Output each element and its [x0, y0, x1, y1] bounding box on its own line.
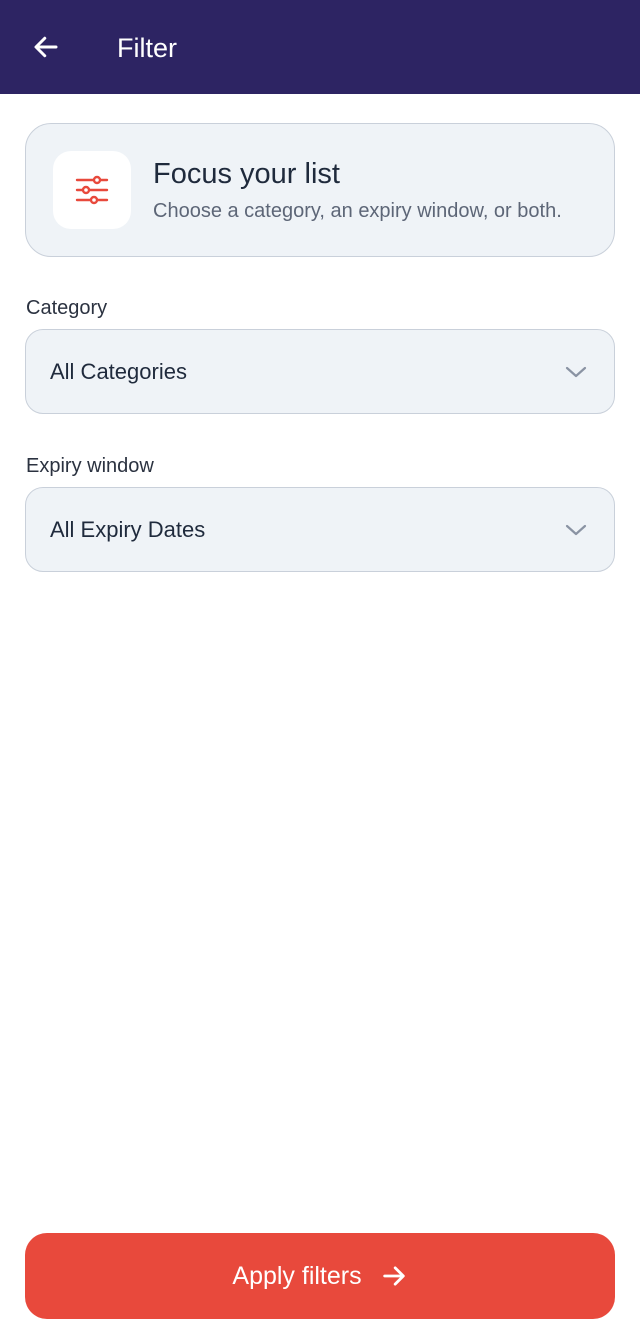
chevron-down-icon: [565, 524, 587, 536]
category-label: Category: [26, 297, 108, 319]
intro-card: Focus your list Choose a category, an ex…: [25, 123, 615, 257]
expiry-select-value: All Expiry Dates: [50, 517, 206, 542]
arrow-left-icon: [34, 36, 58, 58]
apply-filters-button[interactable]: Apply filters: [25, 1233, 615, 1319]
intro-icon-box: [53, 151, 131, 229]
app-bar: Filter: [0, 0, 640, 94]
category-select[interactable]: All Categories: [25, 329, 615, 414]
intro-subtitle: Choose a category, an expiry window, or …: [153, 200, 562, 222]
apply-filters-label: Apply filters: [232, 1262, 362, 1290]
arrow-right-icon: [382, 1266, 405, 1286]
page-title: Filter: [117, 33, 177, 63]
back-button[interactable]: [26, 27, 66, 67]
chevron-down-icon: [565, 366, 587, 378]
sliders-icon: [75, 175, 109, 205]
category-select-value: All Categories: [50, 359, 187, 384]
intro-title: Focus your list: [153, 158, 340, 190]
expiry-select[interactable]: All Expiry Dates: [25, 487, 615, 572]
expiry-label: Expiry window: [26, 455, 154, 477]
